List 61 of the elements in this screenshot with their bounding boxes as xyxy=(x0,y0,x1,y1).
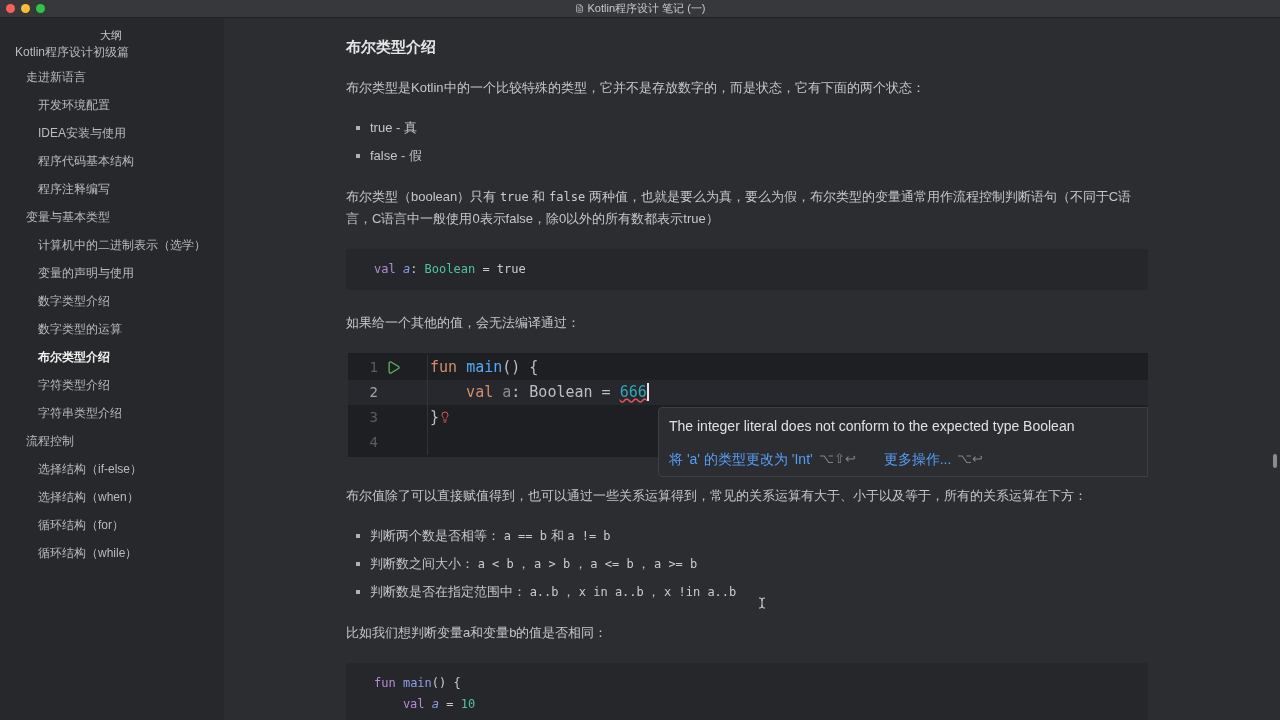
list-item: 判断数之间大小： a < b ， a > b ， a <= b ， a >= b xyxy=(370,554,698,573)
bullet-icon xyxy=(356,533,360,538)
minimize-icon[interactable] xyxy=(21,4,30,13)
sidebar-title: 大纲 xyxy=(100,27,122,43)
maximize-icon[interactable] xyxy=(36,4,45,13)
code-line: fun main() { xyxy=(429,356,539,378)
bullet-icon xyxy=(356,589,360,594)
section-heading: 布尔类型介绍 xyxy=(346,37,437,57)
outline-item[interactable]: 程序注释编写 xyxy=(38,180,110,198)
outline-item[interactable]: 变量的声明与使用 xyxy=(38,264,134,282)
outline-item[interactable]: 选择结构（if-else） xyxy=(38,460,142,478)
outline-item[interactable]: 布尔类型介绍 xyxy=(38,348,110,366)
outline-item[interactable]: 开发环境配置 xyxy=(38,96,110,114)
paragraph: 布尔类型是Kotlin中的一个比较特殊的类型，它并不是存放数字的，而是状态，它有下面的两个状态： xyxy=(346,78,926,97)
outline-item[interactable]: 字符类型介绍 xyxy=(38,376,110,394)
document-icon xyxy=(574,4,584,13)
line-number: 4 xyxy=(368,432,378,452)
bullet-icon xyxy=(356,561,360,566)
paragraph: 布尔类型（boolean）只有 true 和 false 两种值，也就是要么为真，要么为假，布尔类型的变量通常用作流程控制判断语句（不同于C语言，C语言中一般使用0表示false，除0以外的所有数都表示true） xyxy=(346,187,1133,228)
outline-item[interactable]: 流程控制 xyxy=(26,432,74,450)
quick-fix-link[interactable]: 将 'a' 的类型更改为 'Int' xyxy=(669,448,813,470)
list-item: true - 真 xyxy=(370,118,417,137)
code-line: val a = 10 xyxy=(401,695,477,713)
code-line: fun main() { xyxy=(374,674,462,692)
text-caret xyxy=(646,383,649,401)
list-item: 判断数是否在指定范围中： a..b ， x in a..b ， x !in a..b xyxy=(370,582,737,601)
paragraph: 比如我们想判断变量a和变量b的值是否相同： xyxy=(346,623,609,642)
outline-item[interactable]: 循环结构（while） xyxy=(38,544,138,562)
outline-item[interactable]: 变量与基本类型 xyxy=(26,208,110,226)
list-item: 判断两个数是否相等： a == b 和 a != b xyxy=(370,526,611,545)
close-icon[interactable] xyxy=(6,4,15,13)
code-line: val a: Boolean = true xyxy=(374,260,527,278)
code-line: } xyxy=(428,405,452,429)
bullet-icon xyxy=(356,153,360,158)
outline-item[interactable]: IDEA安装与使用 xyxy=(38,124,126,142)
shortcut-label: ⌥↩ xyxy=(957,450,984,469)
window-title: Kotlin程序设计 笔记 (一) xyxy=(587,1,706,17)
error-bulb-icon[interactable] xyxy=(439,411,452,423)
outline-item[interactable]: 程序代码基本结构 xyxy=(38,152,134,170)
outline-item[interactable]: 选择结构（when） xyxy=(38,488,139,506)
run-icon[interactable] xyxy=(386,359,401,375)
bullet-icon xyxy=(356,125,360,130)
line-number: 3 xyxy=(368,407,378,427)
paragraph: 布尔值除了可以直接赋值得到，也可以通过一些关系运算得到，常见的关系运算有大于、小于以及等于，所有的关系运算在下方： xyxy=(346,486,1088,505)
line-number: 1 xyxy=(368,357,378,377)
shortcut-label: ⌥⇧↩ xyxy=(818,450,856,469)
list-item: false - 假 xyxy=(370,146,422,165)
outline-item[interactable]: 计算机中的二进制表示（选学） xyxy=(38,236,206,254)
outline-item[interactable]: 走进新语言 xyxy=(26,68,86,86)
outline-item[interactable]: 数字类型介绍 xyxy=(38,292,110,310)
code-line: val a: Boolean = 666 xyxy=(465,381,649,403)
scrollbar-thumb[interactable] xyxy=(1273,454,1277,468)
outline-item[interactable]: 字符串类型介绍 xyxy=(38,404,122,422)
quick-fix-link[interactable]: 更多操作... xyxy=(883,448,952,470)
paragraph: 如果给一个其他的值，会无法编译通过： xyxy=(346,313,581,332)
outline-item[interactable]: Kotlin程序设计初级篇 xyxy=(15,43,130,61)
error-message: The integer literal does not conform to the expected type Boolean xyxy=(669,416,1076,436)
outline-item[interactable]: 循环结构（for） xyxy=(38,516,124,534)
line-number: 2 xyxy=(368,382,378,402)
outline-item[interactable]: 数字类型的运算 xyxy=(38,320,122,338)
text-cursor-icon xyxy=(756,596,768,610)
